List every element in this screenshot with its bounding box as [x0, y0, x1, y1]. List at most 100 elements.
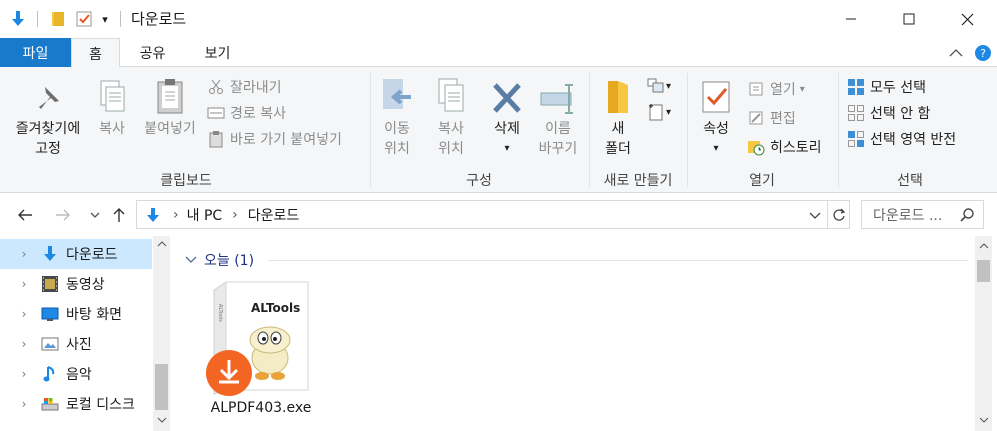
- select-none-icon: [846, 104, 866, 122]
- breadcrumb-separator[interactable]: ›: [173, 207, 179, 223]
- expand-chevron-icon[interactable]: ›: [12, 397, 36, 411]
- expand-chevron-icon[interactable]: ›: [12, 277, 36, 291]
- search-icon: [959, 207, 975, 227]
- open-button[interactable]: 열기 ▾: [746, 78, 805, 100]
- new-folder-button[interactable]: 새 폴더: [596, 75, 640, 159]
- pin-to-quick-access-button[interactable]: 즐겨찾기에 고정: [6, 75, 90, 159]
- copy-to-button[interactable]: 복사 위치: [426, 75, 476, 159]
- select-none-button[interactable]: 선택 안 함: [846, 102, 930, 124]
- properties-check-icon[interactable]: [74, 9, 94, 29]
- nav-item-pictures[interactable]: › 사진: [0, 329, 152, 359]
- address-dropdown-button[interactable]: [809, 208, 821, 224]
- group-label-organize: 구성: [466, 173, 492, 189]
- file-item[interactable]: ALTools ALTools ALPDF403.exe: [202, 278, 320, 428]
- paste-button[interactable]: 붙여넣기: [136, 75, 204, 139]
- maximize-button[interactable]: [880, 0, 938, 38]
- group-header-today[interactable]: 오늘 (1): [185, 250, 254, 270]
- move-to-icon: [375, 75, 419, 115]
- folder-quick-access-icon[interactable]: [48, 9, 68, 29]
- copy-label: 복사: [99, 121, 125, 137]
- properties-button[interactable]: 속성 ▾: [694, 75, 738, 159]
- close-button[interactable]: [938, 0, 996, 38]
- paste-shortcut-button[interactable]: 바로 가기 붙여넣기: [206, 128, 342, 150]
- expand-chevron-icon[interactable]: ›: [12, 367, 36, 381]
- desktop-icon: [40, 305, 60, 323]
- download-arrow-icon: [8, 9, 28, 29]
- properties-icon: [694, 75, 738, 115]
- history-icon: [746, 138, 766, 156]
- edit-button[interactable]: 편집: [746, 107, 796, 129]
- delete-button[interactable]: 삭제 ▾: [486, 75, 528, 159]
- address-bar[interactable]: › 내 PC › 다운로드: [136, 200, 850, 229]
- breadcrumb-separator[interactable]: ›: [232, 207, 238, 223]
- collapse-ribbon-button[interactable]: [944, 38, 968, 67]
- expand-chevron-icon[interactable]: ›: [12, 247, 36, 261]
- select-all-button[interactable]: 모두 선택: [846, 76, 926, 98]
- help-icon[interactable]: ?: [972, 38, 994, 67]
- copy-path-icon: [206, 104, 226, 122]
- tab-file[interactable]: 파일: [0, 38, 71, 67]
- pin-label-line2: 고정: [35, 141, 61, 157]
- breadcrumb-downloads[interactable]: 다운로드: [248, 205, 300, 225]
- scroll-thumb[interactable]: [155, 364, 168, 410]
- navigation-pane: › 다운로드 › 동영상 › 바탕 화면 › 사진 › 음악 › 로컬 디스크: [0, 236, 172, 431]
- cut-button[interactable]: 잘라내기: [206, 76, 282, 98]
- group-label-open: 열기: [749, 173, 775, 189]
- svg-text:ALTools: ALTools: [217, 304, 223, 322]
- expand-chevron-icon[interactable]: ›: [12, 307, 36, 321]
- properties-dropdown-icon[interactable]: ▾: [694, 139, 738, 159]
- group-divider-line: [268, 260, 968, 261]
- rename-button[interactable]: 이름 바꾸기: [534, 75, 582, 159]
- group-divider: [687, 73, 688, 187]
- picture-icon: [40, 335, 60, 353]
- delete-dropdown-icon[interactable]: ▾: [486, 139, 528, 159]
- customize-toolbar-dropdown[interactable]: ▾: [98, 9, 112, 29]
- scroll-down-button[interactable]: [975, 416, 992, 428]
- breadcrumb-this-pc[interactable]: 내 PC: [187, 205, 223, 225]
- refresh-button[interactable]: [827, 201, 849, 228]
- copy-path-button[interactable]: 경로 복사: [206, 102, 286, 124]
- new-item-button[interactable]: ▾: [646, 75, 671, 97]
- search-box[interactable]: 다운로드 ...: [861, 200, 984, 229]
- easy-access-button[interactable]: ▾: [646, 101, 671, 123]
- nav-item-music[interactable]: › 음악: [0, 359, 152, 389]
- group-label-clipboard: 클립보드: [160, 173, 212, 189]
- video-icon: [40, 275, 60, 293]
- tab-view[interactable]: 보기: [190, 38, 245, 67]
- address-toolbar: › 내 PC › 다운로드 다운로드 ...: [0, 194, 997, 234]
- scroll-down-button[interactable]: [153, 416, 170, 428]
- up-button[interactable]: [108, 204, 130, 226]
- title-bar: ▾ 다운로드: [0, 0, 997, 38]
- easy-access-icon: [646, 103, 666, 121]
- recent-locations-button[interactable]: [84, 204, 106, 226]
- nav-pane-scrollbar[interactable]: [153, 236, 170, 431]
- download-icon: [40, 245, 60, 263]
- group-divider: [838, 73, 839, 187]
- nav-item-local-disk[interactable]: › 로컬 디스크: [0, 389, 152, 419]
- tab-share[interactable]: 공유: [125, 38, 180, 67]
- scroll-thumb[interactable]: [977, 260, 990, 282]
- nav-item-desktop[interactable]: › 바탕 화면: [0, 299, 152, 329]
- divider: [37, 11, 38, 27]
- back-button[interactable]: [14, 204, 36, 226]
- forward-button[interactable]: [52, 204, 74, 226]
- copy-button[interactable]: 복사: [92, 75, 132, 139]
- expand-chevron-icon[interactable]: ›: [12, 337, 36, 351]
- rename-icon: [534, 75, 582, 115]
- minimize-button[interactable]: [822, 0, 880, 38]
- invert-selection-button[interactable]: 선택 영역 반전: [846, 128, 956, 150]
- group-divider: [370, 73, 371, 187]
- paste-label: 붙여넣기: [144, 121, 196, 137]
- file-name: ALPDF403.exe: [210, 400, 312, 416]
- move-to-button[interactable]: 이동 위치: [375, 75, 419, 159]
- invert-selection-icon: [846, 130, 866, 148]
- history-button[interactable]: 히스토리: [746, 136, 822, 158]
- tab-home[interactable]: 홈: [71, 38, 120, 68]
- content-scrollbar[interactable]: [975, 236, 992, 431]
- copy-icon: [92, 75, 132, 115]
- scroll-up-button[interactable]: [153, 240, 170, 252]
- nav-item-videos[interactable]: › 동영상: [0, 269, 152, 299]
- nav-item-downloads[interactable]: › 다운로드: [0, 239, 152, 269]
- scroll-up-button[interactable]: [975, 242, 992, 254]
- scissors-icon: [206, 78, 226, 96]
